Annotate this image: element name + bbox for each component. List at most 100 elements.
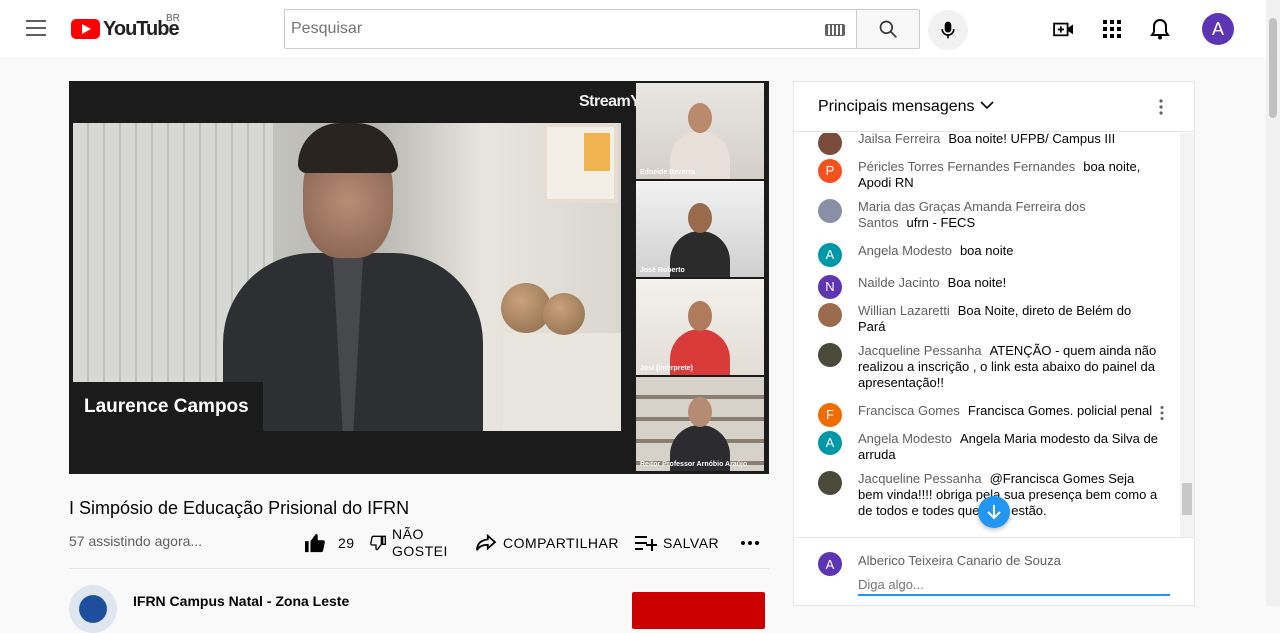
participant-tile: José Roberto	[636, 181, 764, 277]
share-button[interactable]: COMPARTILHAR	[475, 525, 619, 561]
chat-header: Principais mensagens	[794, 82, 1194, 132]
chat-avatar: N	[818, 275, 842, 299]
chat-text: Boa noite! UFPB/ Campus III	[948, 133, 1116, 146]
region-code: BR	[166, 13, 180, 24]
more-horiz-icon	[741, 541, 759, 545]
chat-author[interactable]: Péricles Torres Fernandes Fernandes	[858, 159, 1075, 174]
shelf	[503, 333, 621, 431]
dislike-label-line: NÃO	[392, 526, 424, 542]
video-player[interactable]: Laurence Campos StreamYard Edneide Bezer…	[69, 81, 769, 474]
chat-author[interactable]: Nailde Jacinto	[858, 275, 940, 290]
search-icon	[879, 20, 897, 38]
mic-icon	[941, 21, 955, 39]
chat-text: boa noite	[959, 243, 1014, 258]
user-avatar: A	[818, 552, 842, 576]
page-scrollbar[interactable]	[1266, 0, 1280, 606]
live-chat: Principais mensagens Jailsa Ferreira Boa …	[793, 81, 1195, 606]
dislike-label: NÃO GOSTEI	[392, 526, 448, 560]
like-button[interactable]: 29	[304, 525, 355, 561]
chat-message: N Nailde Jacinto Boa noite!	[818, 275, 1158, 299]
chat-author[interactable]: Jacqueline Pessanha	[858, 343, 982, 358]
chat-avatar: F	[818, 403, 842, 427]
chat-text: Francisca Gomes. policial penal	[967, 403, 1153, 418]
chat-author[interactable]: Angela Modesto	[858, 431, 952, 446]
chat-message: Jailsa Ferreira Boa noite! UFPB/ Campus I…	[818, 133, 1158, 155]
chat-message-list[interactable]: Jailsa Ferreira Boa noite! UFPB/ Campus I…	[794, 133, 1194, 537]
chat-author[interactable]: Jacqueline Pessanha	[858, 471, 982, 486]
scroll-to-bottom-button[interactable]	[978, 496, 1010, 528]
decor-ball	[543, 293, 585, 335]
chat-author[interactable]: Francisca Gomes	[858, 403, 960, 418]
message-more-icon[interactable]	[1159, 405, 1165, 421]
chat-author[interactable]: Angela Modesto	[858, 243, 952, 258]
chat-avatar	[818, 199, 842, 223]
more-actions-button[interactable]	[740, 525, 760, 561]
wall-frame	[543, 123, 618, 203]
bell-icon[interactable]	[1148, 17, 1172, 41]
chat-author[interactable]: Jailsa Ferreira	[858, 133, 940, 146]
dislike-button[interactable]: NÃO GOSTEI	[370, 525, 448, 561]
chat-scrollbar-thumb[interactable]	[1182, 483, 1192, 515]
more-vert-icon[interactable]	[1158, 98, 1164, 116]
participant-name: José Roberto	[640, 267, 685, 274]
chat-avatar: A	[818, 243, 842, 267]
chevron-down-icon[interactable]	[980, 100, 994, 110]
youtube-logo[interactable]: YouTube	[71, 17, 180, 41]
apps-icon[interactable]	[1100, 17, 1124, 41]
channel-avatar[interactable]	[69, 585, 117, 633]
share-icon	[476, 534, 497, 551]
chat-message: Jacqueline Pessanha ATENÇÃO - quem ainda …	[818, 343, 1158, 391]
chat-author[interactable]: Willian Lazaretti	[858, 303, 950, 318]
search-box	[284, 9, 857, 49]
search-button[interactable]	[856, 9, 920, 49]
participant-name: Edneide Bezerra	[640, 169, 695, 176]
subscribe-button[interactable]	[632, 592, 765, 629]
playlist-add-icon	[635, 536, 657, 551]
chat-message: F Francisca Gomes Francisca Gomes. polici…	[818, 403, 1158, 427]
save-label: SALVAR	[663, 535, 720, 551]
arrow-down-icon	[987, 505, 1001, 520]
dislike-label-line: GOSTEI	[392, 543, 448, 559]
voice-search-button[interactable]	[928, 10, 968, 50]
save-button[interactable]: SALVAR	[635, 525, 719, 561]
participant-tile: Edneide Bezerra	[636, 83, 764, 179]
masthead: YouTube BR A	[0, 0, 1280, 57]
keyboard-icon[interactable]	[825, 24, 845, 36]
chat-scrollbar[interactable]	[1180, 133, 1194, 537]
account-avatar[interactable]: A	[1202, 13, 1234, 45]
chat-avatar	[818, 133, 842, 155]
chat-avatar	[818, 343, 842, 367]
search-input[interactable]	[291, 10, 811, 48]
chat-avatar	[818, 471, 842, 495]
speaker-name-plate: Laurence Campos	[73, 382, 263, 431]
participant-tile: Josi (intérprete)	[636, 279, 764, 375]
chat-message: P Péricles Torres Fernandes Fernandes boa…	[818, 159, 1158, 191]
chat-text: ufrn - FECS	[906, 215, 976, 230]
like-count: 29	[338, 535, 355, 551]
divider	[69, 568, 769, 569]
live-viewers: 57 assistindo agora...	[69, 533, 203, 549]
chat-message: A Angela Modesto Angela Maria modesto da …	[818, 431, 1158, 463]
thumbs-down-icon	[370, 535, 386, 551]
page-scrollbar-thumb[interactable]	[1269, 18, 1277, 118]
chat-avatar	[818, 303, 842, 327]
channel-name[interactable]: IFRN Campus Natal - Zona Leste	[133, 593, 349, 609]
share-label: COMPARTILHAR	[503, 535, 619, 551]
participant-tile: Reitor Professor Arnóbio Araújo	[636, 377, 764, 471]
chat-message: Willian Lazaretti Boa Noite, direto de Be…	[818, 303, 1158, 335]
thumbs-up-icon	[305, 533, 325, 553]
participant-name: Reitor Professor Arnóbio Araújo	[640, 461, 748, 468]
chat-avatar: A	[818, 431, 842, 455]
chat-text: Boa noite!	[947, 275, 1007, 290]
chat-input-area: A Alberico Teixeira Canario de Souza	[794, 537, 1194, 607]
youtube-play-icon	[71, 19, 100, 39]
create-video-icon[interactable]	[1052, 17, 1076, 41]
chat-message: A Angela Modesto boa noite	[818, 243, 1158, 267]
participant-name: Josi (intérprete)	[640, 365, 693, 372]
chat-message: Maria das Graças Amanda Ferreira dos San…	[818, 199, 1158, 231]
chat-avatar: P	[818, 159, 842, 183]
menu-icon[interactable]	[26, 20, 46, 36]
chat-mode-selector[interactable]: Principais mensagens	[818, 98, 975, 116]
chat-message-input[interactable]	[858, 574, 1170, 596]
video-title: I Simpósio de Educação Prisional do IFRN	[69, 498, 410, 518]
